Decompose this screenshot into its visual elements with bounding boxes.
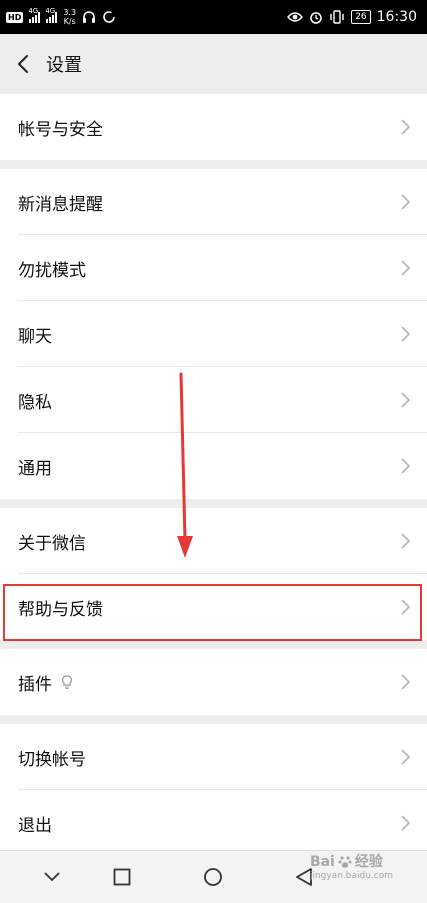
settings-item-account-security[interactable]: 帐号与安全 — [0, 94, 427, 160]
network-speed: 3.3 K/s — [63, 8, 76, 26]
section-gap — [0, 499, 427, 508]
settings-item-label: 隐私 — [18, 392, 52, 413]
lightbulb-icon — [62, 675, 72, 690]
settings-item-privacy[interactable]: 隐私 — [0, 367, 427, 433]
baidu-watermark: Bai 经验 jingyan.baidu.com — [310, 855, 393, 883]
settings-item-label: 插件 — [18, 674, 52, 695]
settings-item-label: 新消息提醒 — [18, 194, 103, 215]
settings-item-label: 通用 — [18, 458, 52, 479]
page-title: 设置 — [46, 55, 82, 76]
settings-item-do-not-disturb[interactable]: 勿扰模式 — [0, 235, 427, 301]
back-button[interactable] — [0, 34, 46, 94]
chevron-right-icon — [401, 815, 411, 831]
speed-unit: K/s — [63, 17, 76, 26]
watermark-suffix: 经验 — [354, 854, 383, 870]
eye-icon — [287, 12, 304, 22]
settings-item-general[interactable]: 通用 — [0, 433, 427, 499]
annotation-arrow — [177, 372, 193, 558]
chevron-right-icon — [401, 599, 411, 615]
network-type-label: 4G — [28, 7, 39, 15]
status-left: HD 4G 4G 3.3 K/s — [6, 6, 116, 28]
nav-home-button[interactable] — [199, 863, 227, 891]
clock: 16:30 — [376, 9, 417, 25]
nav-collapse-button[interactable] — [38, 863, 66, 891]
settings-item-label: 帐号与安全 — [18, 119, 103, 140]
chevron-right-icon — [401, 194, 411, 210]
chevron-right-icon — [401, 392, 411, 408]
chevron-right-icon — [401, 326, 411, 342]
speed-value: 3.3 — [63, 8, 77, 17]
settings-item-switch-account[interactable]: 切换帐号 — [0, 724, 427, 790]
chevron-right-icon — [401, 674, 411, 690]
headset-icon — [83, 11, 96, 23]
settings-item-help-feedback[interactable]: 帮助与反馈 — [0, 574, 427, 640]
nav-recents-button[interactable] — [108, 863, 136, 891]
status-bar: HD 4G 4G 3.3 K/s 26 16:30 — [0, 0, 427, 34]
settings-item-about-wechat[interactable]: 关于微信 — [0, 508, 427, 574]
square-icon — [113, 868, 131, 886]
watermark-domain: jingyan.baidu.com — [309, 871, 393, 881]
watermark-brand: Bai 经验 — [310, 855, 383, 869]
settings-item-label: 帮助与反馈 — [18, 599, 103, 620]
battery-indicator: 26 — [351, 10, 371, 24]
paw-icon — [338, 856, 352, 868]
settings-item-label: 退出 — [18, 815, 52, 836]
chevron-right-icon — [401, 458, 411, 474]
section-gap — [0, 715, 427, 724]
status-right: 26 16:30 — [287, 6, 417, 28]
settings-item-chat[interactable]: 聊天 — [0, 301, 427, 367]
chevron-right-icon — [401, 533, 411, 549]
settings-item-logout[interactable]: 退出 — [0, 790, 427, 856]
alarm-icon — [310, 12, 322, 24]
hd-badge: HD — [6, 11, 24, 23]
settings-item-new-message-alert[interactable]: 新消息提醒 — [0, 169, 427, 235]
settings-item-label: 切换帐号 — [18, 749, 86, 770]
section-gap — [0, 160, 427, 169]
circle-icon — [204, 868, 222, 886]
settings-list: 帐号与安全 新消息提醒 勿扰模式 聊天 隐私 通用 关于微信 帮助与反馈 插件 — [0, 94, 427, 856]
chevron-right-icon — [401, 749, 411, 765]
signal-icon: 4G — [45, 7, 58, 23]
section-gap — [0, 640, 427, 649]
chevron-left-icon — [18, 55, 28, 73]
watermark-brand-text: Bai — [309, 854, 335, 870]
chevron-right-icon — [401, 260, 411, 276]
settings-item-plugins[interactable]: 插件 — [0, 649, 427, 715]
app-bar: 设置 — [0, 34, 427, 94]
sync-icon — [103, 11, 115, 23]
chevron-down-icon — [44, 872, 60, 882]
settings-item-label: 勿扰模式 — [18, 260, 86, 281]
settings-item-label: 关于微信 — [18, 533, 86, 554]
vibrate-icon — [330, 10, 344, 24]
signal-icon: 4G — [28, 7, 41, 23]
settings-item-label: 聊天 — [18, 326, 52, 347]
network-type-label: 4G — [45, 7, 56, 15]
chevron-right-icon — [401, 119, 411, 135]
